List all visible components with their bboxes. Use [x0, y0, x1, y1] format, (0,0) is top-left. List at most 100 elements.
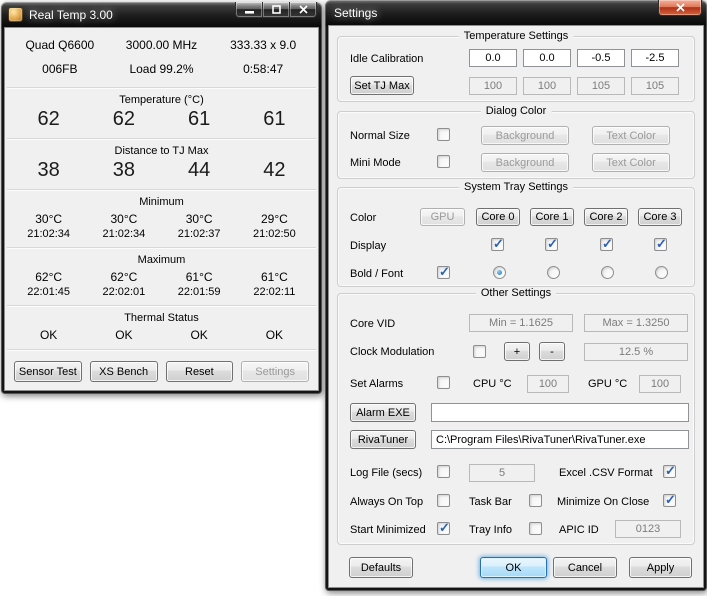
core0-max-temp: 62°C: [11, 270, 86, 284]
log-file-checkbox[interactable]: [437, 465, 450, 478]
settings-window-title: Settings: [334, 6, 377, 20]
core1-color-button[interactable]: Core 1: [530, 208, 574, 226]
display-core1-checkbox[interactable]: [545, 238, 558, 251]
tj-max-core0-field: 100: [469, 77, 517, 95]
settings-window-controls: [659, 0, 702, 16]
core3-max-time: 22:02:11: [237, 286, 312, 298]
maximize-icon: [272, 5, 281, 14]
task-bar-checkbox[interactable]: [529, 494, 542, 507]
ok-button[interactable]: OK: [480, 557, 547, 578]
apic-id-label: APIC ID: [559, 524, 599, 537]
start-minimized-checkbox[interactable]: [437, 522, 450, 535]
core2-max-time: 22:01:59: [162, 286, 237, 298]
idle-calibration-core2-input[interactable]: -0.5: [577, 49, 625, 67]
alarm-exe-button[interactable]: Alarm EXE: [350, 403, 416, 422]
tj-max-core2-field: 105: [577, 77, 625, 95]
core2-status: OK: [162, 328, 237, 342]
realtemp-window: Real Temp 3.00 Quad Q6600 3000.00 MHz 33…: [1, 2, 322, 394]
normal-background-button[interactable]: Background: [481, 126, 569, 145]
dialog-color-group: Dialog Color Normal Size Background Text…: [337, 111, 695, 179]
cancel-button[interactable]: Cancel: [553, 557, 617, 578]
csv-format-checkbox[interactable]: [663, 465, 676, 478]
maximize-button[interactable]: [262, 2, 290, 18]
core3-distance: 42: [237, 159, 312, 182]
maximum-section: Maximum 62°C 62°C 61°C 61°C 22:01:45 22:…: [5, 249, 318, 305]
display-core2-checkbox[interactable]: [600, 238, 613, 251]
temperature-values: 62 62 61 61: [5, 106, 318, 138]
clock-minus-button[interactable]: -: [539, 342, 565, 361]
bold-font-checkbox[interactable]: [437, 266, 450, 279]
mini-background-button[interactable]: Background: [481, 153, 569, 172]
core1-min-temp: 30°C: [86, 212, 161, 226]
other-settings-group: Other Settings Core VID Min = 1.1625 Max…: [337, 293, 695, 545]
maximum-temps: 62°C 62°C 61°C 61°C: [5, 266, 318, 284]
core3-max-temp: 61°C: [237, 270, 312, 284]
normal-text-color-button[interactable]: Text Color: [592, 126, 670, 145]
minimize-button[interactable]: [235, 2, 263, 18]
font-core0-radio[interactable]: [493, 266, 506, 279]
rivatuner-button[interactable]: RivaTuner: [350, 430, 416, 449]
core3-color-button[interactable]: Core 3: [638, 208, 682, 226]
mini-mode-checkbox[interactable]: [437, 155, 450, 168]
settings-titlebar[interactable]: Settings: [328, 0, 704, 25]
close-button[interactable]: [289, 2, 317, 18]
settings-button[interactable]: Settings: [241, 361, 309, 382]
display-core0-checkbox[interactable]: [491, 238, 504, 251]
tray-info-label: Tray Info: [469, 524, 512, 537]
normal-size-checkbox[interactable]: [437, 128, 450, 141]
apic-id-field: 0123: [615, 520, 681, 538]
gpu-color-button[interactable]: GPU: [420, 208, 465, 226]
log-interval-field: 5: [469, 464, 535, 482]
core3-status: OK: [237, 328, 312, 342]
distance-values: 38 38 44 42: [5, 157, 318, 189]
fsb-multiplier: 333.33 x 9.0: [212, 38, 314, 52]
distance-label: Distance to TJ Max: [5, 140, 318, 157]
start-minimized-label: Start Minimized: [350, 524, 426, 537]
clock-modulation-checkbox[interactable]: [473, 345, 486, 358]
font-core3-radio[interactable]: [655, 266, 668, 279]
set-tj-max-button[interactable]: Set TJ Max: [350, 76, 414, 95]
core-vid-max-field: Max = 1.3250: [584, 314, 688, 332]
display-core3-checkbox[interactable]: [654, 238, 667, 251]
core0-min-temp: 30°C: [11, 212, 86, 226]
realtemp-button-bar: Sensor Test XS Bench Reset Settings: [5, 355, 318, 390]
always-on-top-checkbox[interactable]: [437, 494, 450, 507]
idle-calibration-core1-input[interactable]: 0.0: [523, 49, 571, 67]
minimize-on-close-checkbox[interactable]: [663, 494, 676, 507]
alarm-exe-path-input[interactable]: [431, 403, 689, 422]
thermal-status-label: Thermal Status: [5, 307, 318, 324]
task-bar-label: Task Bar: [469, 496, 512, 509]
set-alarms-checkbox[interactable]: [437, 376, 450, 389]
font-core2-radio[interactable]: [601, 266, 614, 279]
other-settings-group-label: Other Settings: [476, 287, 556, 299]
realtemp-titlebar[interactable]: Real Temp 3.00: [4, 2, 319, 27]
idle-calibration-core0-input[interactable]: 0.0: [469, 49, 517, 67]
font-core1-radio[interactable]: [547, 266, 560, 279]
core0-status: OK: [11, 328, 86, 342]
temperature-section: Temperature (°C) 62 62 61 61: [5, 89, 318, 138]
core2-min-temp: 30°C: [162, 212, 237, 226]
rivatuner-path-input[interactable]: C:\Program Files\RivaTuner\RivaTuner.exe: [431, 430, 689, 449]
core-vid-label: Core VID: [350, 318, 395, 331]
core0-color-button[interactable]: Core 0: [476, 208, 520, 226]
cpu-info-panel: Quad Q6600 3000.00 MHz 333.33 x 9.0 006F…: [5, 28, 318, 87]
csv-format-label: Excel .CSV Format: [559, 467, 653, 480]
reset-button[interactable]: Reset: [166, 361, 234, 382]
core1-max-temp: 62°C: [86, 270, 161, 284]
tray-info-checkbox[interactable]: [529, 522, 542, 535]
core-vid-min-field: Min = 1.1625: [469, 314, 573, 332]
defaults-button[interactable]: Defaults: [349, 557, 413, 578]
idle-calibration-core3-input[interactable]: -2.5: [631, 49, 679, 67]
mini-text-color-button[interactable]: Text Color: [592, 153, 670, 172]
core2-color-button[interactable]: Core 2: [584, 208, 628, 226]
apply-button[interactable]: Apply: [629, 557, 692, 578]
core1-max-time: 22:02:01: [86, 286, 161, 298]
settings-client-area: Temperature Settings Idle Calibration 0.…: [328, 25, 704, 588]
clock-modulation-value-field: 12.5 %: [584, 343, 688, 361]
clock-plus-button[interactable]: +: [504, 342, 530, 361]
xs-bench-button[interactable]: XS Bench: [90, 361, 158, 382]
normal-size-label: Normal Size: [350, 130, 410, 143]
sensor-test-button[interactable]: Sensor Test: [14, 361, 82, 382]
temperature-label: Temperature (°C): [5, 89, 318, 106]
close-button[interactable]: [658, 0, 702, 16]
